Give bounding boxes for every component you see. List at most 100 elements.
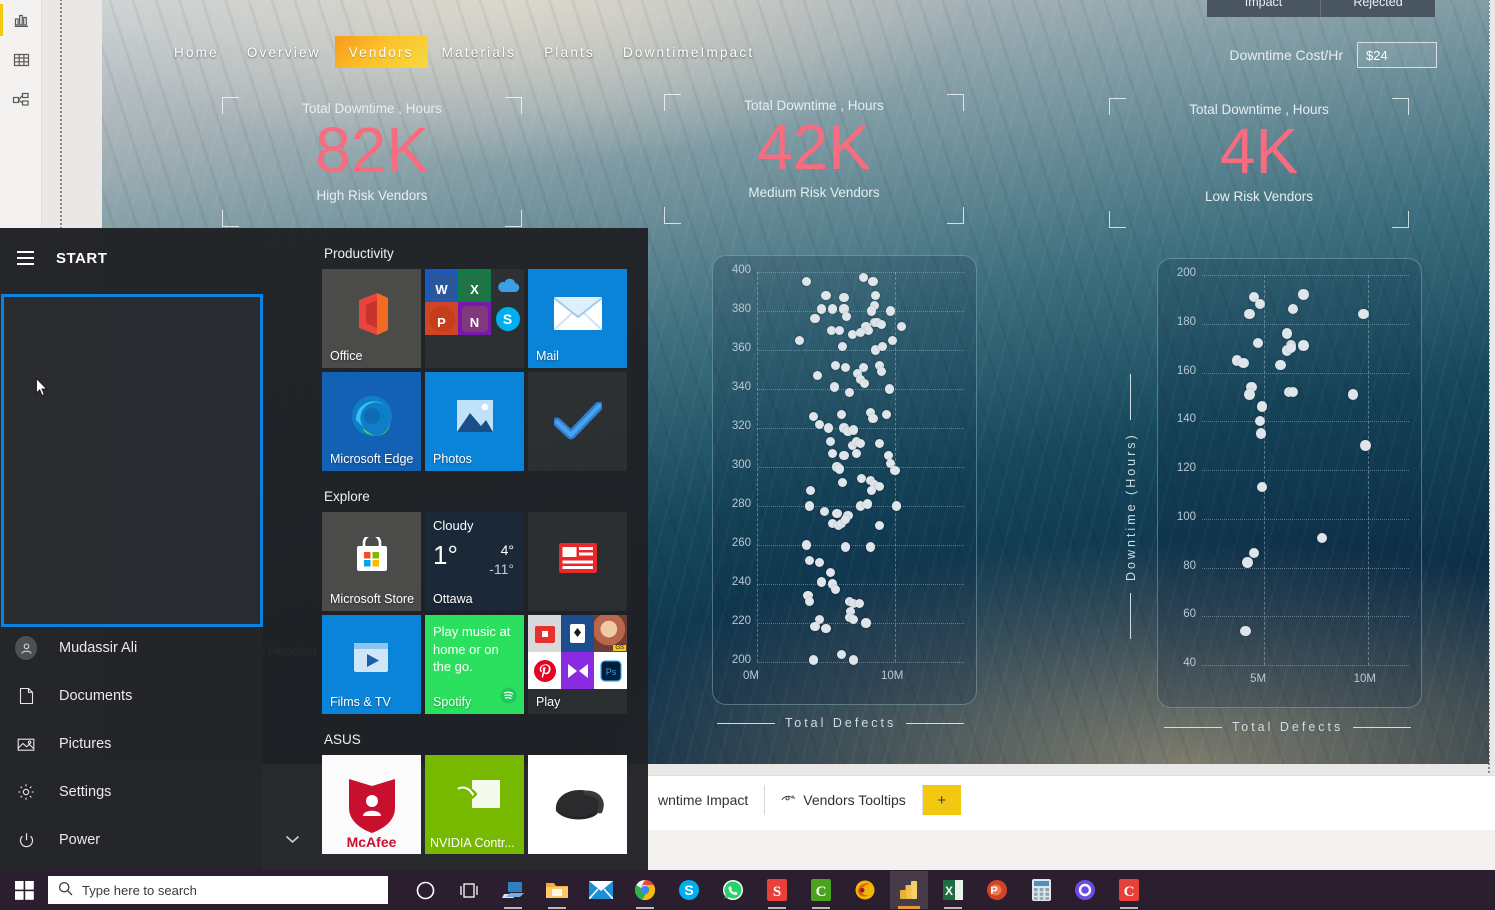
scatter-point[interactable] bbox=[854, 598, 864, 609]
scatter-point[interactable] bbox=[1360, 440, 1371, 451]
scatter-point[interactable] bbox=[855, 439, 866, 449]
news-tile[interactable] bbox=[528, 512, 627, 611]
model-view-icon[interactable] bbox=[0, 80, 42, 120]
start-link-pictures[interactable]: Pictures bbox=[0, 720, 262, 768]
start-link-user[interactable]: Mudassir Ali bbox=[0, 624, 262, 672]
office-apps-quad-tile[interactable]: W X P N S bbox=[425, 269, 524, 368]
chevron-down-icon[interactable] bbox=[285, 832, 300, 847]
scatter-point[interactable] bbox=[864, 325, 874, 336]
scatter-point[interactable] bbox=[810, 314, 820, 324]
kpi-card-low-risk[interactable]: Total Downtime , Hours 4K Low Risk Vendo… bbox=[1109, 98, 1409, 228]
data-view-icon[interactable] bbox=[0, 40, 42, 80]
scatter-point[interactable] bbox=[839, 292, 849, 302]
scatter-point[interactable] bbox=[1298, 340, 1309, 351]
scatter-point[interactable] bbox=[1358, 308, 1369, 320]
scatter-point[interactable] bbox=[831, 361, 841, 371]
mail-icon[interactable] bbox=[582, 871, 620, 909]
scatter-point[interactable] bbox=[876, 320, 886, 330]
scatter-point[interactable] bbox=[1298, 289, 1309, 300]
scatter-point[interactable] bbox=[1316, 533, 1328, 544]
scatter-point[interactable] bbox=[1256, 481, 1268, 493]
scatter-point[interactable] bbox=[828, 304, 838, 314]
c-app-icon[interactable]: C bbox=[1110, 871, 1148, 909]
scatter-point[interactable] bbox=[875, 520, 885, 531]
scatter-point[interactable] bbox=[813, 370, 823, 380]
scatter-point[interactable] bbox=[806, 485, 816, 495]
scatter-point[interactable] bbox=[1244, 389, 1255, 400]
spotify-tile[interactable]: Play music at home or on the go. Spotify bbox=[425, 615, 524, 714]
photos-tile[interactable]: Photos bbox=[425, 372, 524, 471]
scatter-point[interactable] bbox=[858, 273, 868, 283]
report-view-icon[interactable] bbox=[0, 0, 42, 40]
task-view-icon[interactable] bbox=[450, 871, 488, 909]
scatter-point[interactable] bbox=[820, 507, 830, 517]
scatter-point[interactable] bbox=[836, 649, 846, 659]
scatter-point[interactable] bbox=[1244, 308, 1255, 320]
scatter-point[interactable] bbox=[832, 509, 842, 519]
tab-impact[interactable]: Impact bbox=[1207, 0, 1321, 17]
scatter-point[interactable] bbox=[837, 478, 848, 488]
to-do-tile[interactable] bbox=[528, 372, 627, 471]
scatter-point[interactable] bbox=[1242, 557, 1253, 568]
firefox-icon[interactable] bbox=[846, 871, 884, 909]
scatter-point[interactable] bbox=[795, 335, 805, 345]
scatter-point[interactable] bbox=[875, 439, 885, 449]
start-link-power[interactable]: Power bbox=[0, 816, 262, 864]
scatter-point[interactable] bbox=[1240, 625, 1251, 637]
scatter-point[interactable] bbox=[851, 448, 861, 458]
microsoft-edge-tile[interactable]: Microsoft Edge bbox=[322, 372, 421, 471]
scatter-point[interactable] bbox=[886, 306, 896, 316]
scatter-point[interactable] bbox=[860, 378, 870, 388]
page-tab-downtime-impact[interactable]: wntime Impact bbox=[642, 785, 766, 815]
scatter-point[interactable] bbox=[808, 655, 819, 665]
scatter-point[interactable] bbox=[875, 481, 885, 492]
tab-rejected[interactable]: Rejected bbox=[1321, 0, 1435, 17]
scatter-point[interactable] bbox=[865, 542, 875, 552]
hamburger-icon[interactable] bbox=[17, 251, 34, 265]
scatter-point[interactable] bbox=[835, 464, 845, 474]
scatter-point[interactable] bbox=[882, 409, 892, 419]
scatter-point[interactable] bbox=[821, 624, 831, 634]
scatter-point[interactable] bbox=[866, 485, 877, 495]
scatter-point[interactable] bbox=[842, 312, 852, 322]
scatter-point[interactable] bbox=[839, 450, 849, 460]
file-explorer-icon[interactable] bbox=[538, 871, 576, 909]
scatter-point[interactable] bbox=[825, 437, 835, 447]
nav-item-downtime-impact[interactable]: DowntimeImpact bbox=[609, 36, 768, 68]
google-chrome-icon[interactable] bbox=[626, 871, 664, 909]
nav-item-home[interactable]: Home bbox=[160, 36, 233, 68]
play-tile[interactable]: GS Ps Play bbox=[528, 615, 627, 714]
page-tab-vendors-tooltips[interactable]: Vendors Tooltips bbox=[765, 785, 923, 815]
nav-item-plants[interactable]: Plants bbox=[530, 36, 609, 68]
scatter-point[interactable] bbox=[837, 341, 848, 351]
start-link-documents[interactable]: Documents bbox=[0, 672, 262, 720]
scatter-chart-high-risk[interactable]: 200 220 240 260 280 300 320 340 360 380 400 0M 10M bbox=[712, 255, 977, 705]
start-link-settings[interactable]: Settings bbox=[0, 768, 262, 816]
scatter-point[interactable] bbox=[817, 304, 827, 314]
powerpoint-icon[interactable]: P bbox=[978, 871, 1016, 909]
excel-icon[interactable]: X bbox=[934, 871, 972, 909]
cortana-icon[interactable] bbox=[406, 871, 444, 909]
headset-tile[interactable] bbox=[528, 755, 627, 854]
scatter-point[interactable] bbox=[861, 618, 871, 628]
skype-icon[interactable]: S bbox=[670, 871, 708, 909]
nvidia-control-panel-tile[interactable]: NVIDIA Contr... bbox=[425, 755, 524, 854]
search-input[interactable]: Type here to search bbox=[48, 876, 388, 904]
scatter-point[interactable] bbox=[866, 306, 877, 316]
scatter-point[interactable] bbox=[840, 542, 850, 552]
add-page-button[interactable]: + bbox=[922, 785, 961, 815]
scatter-point[interactable] bbox=[890, 466, 900, 476]
films-tv-tile[interactable]: Films & TV bbox=[322, 615, 421, 714]
scatter-chart-low-risk[interactable]: 40 60 80 100 120 140 160 180 200 5M 10M bbox=[1157, 258, 1422, 708]
scatter-point[interactable] bbox=[868, 277, 878, 287]
scatter-point[interactable] bbox=[802, 540, 812, 550]
weather-tile[interactable]: Cloudy 1° 4° -11° Ottawa bbox=[425, 512, 524, 611]
scatter-point[interactable] bbox=[804, 596, 815, 607]
mcafee-tile[interactable]: McAfee bbox=[322, 755, 421, 854]
scatter-point[interactable] bbox=[1287, 303, 1299, 315]
scatter-point[interactable] bbox=[1238, 357, 1249, 368]
scatter-point[interactable] bbox=[836, 409, 846, 419]
scatter-point[interactable] bbox=[1287, 386, 1299, 398]
scatter-point[interactable] bbox=[1252, 338, 1264, 349]
scatter-point[interactable] bbox=[857, 474, 867, 484]
